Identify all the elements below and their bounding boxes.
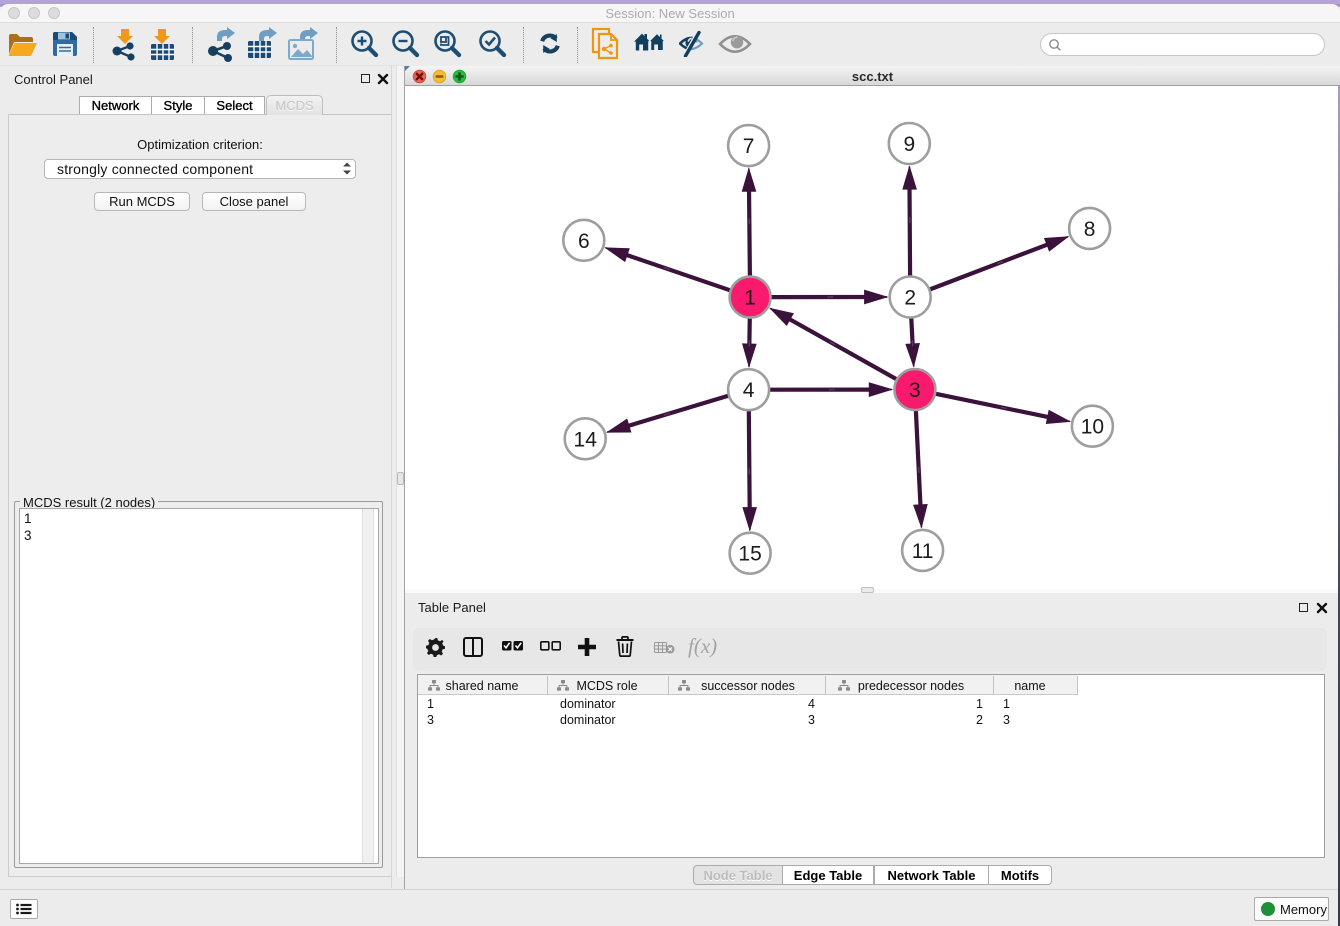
svg-text:9: 9 xyxy=(903,133,915,156)
svg-text:11: 11 xyxy=(912,540,934,563)
svg-text:1: 1 xyxy=(744,287,756,310)
svg-text:8: 8 xyxy=(1084,218,1096,241)
svg-text:7: 7 xyxy=(743,135,755,158)
svg-text:10: 10 xyxy=(1081,416,1104,439)
svg-text:4: 4 xyxy=(743,379,755,402)
svg-text:14: 14 xyxy=(574,428,598,451)
svg-text:3: 3 xyxy=(909,379,921,402)
svg-text:15: 15 xyxy=(738,543,761,566)
svg-text:6: 6 xyxy=(578,230,590,253)
svg-text:2: 2 xyxy=(904,287,916,310)
